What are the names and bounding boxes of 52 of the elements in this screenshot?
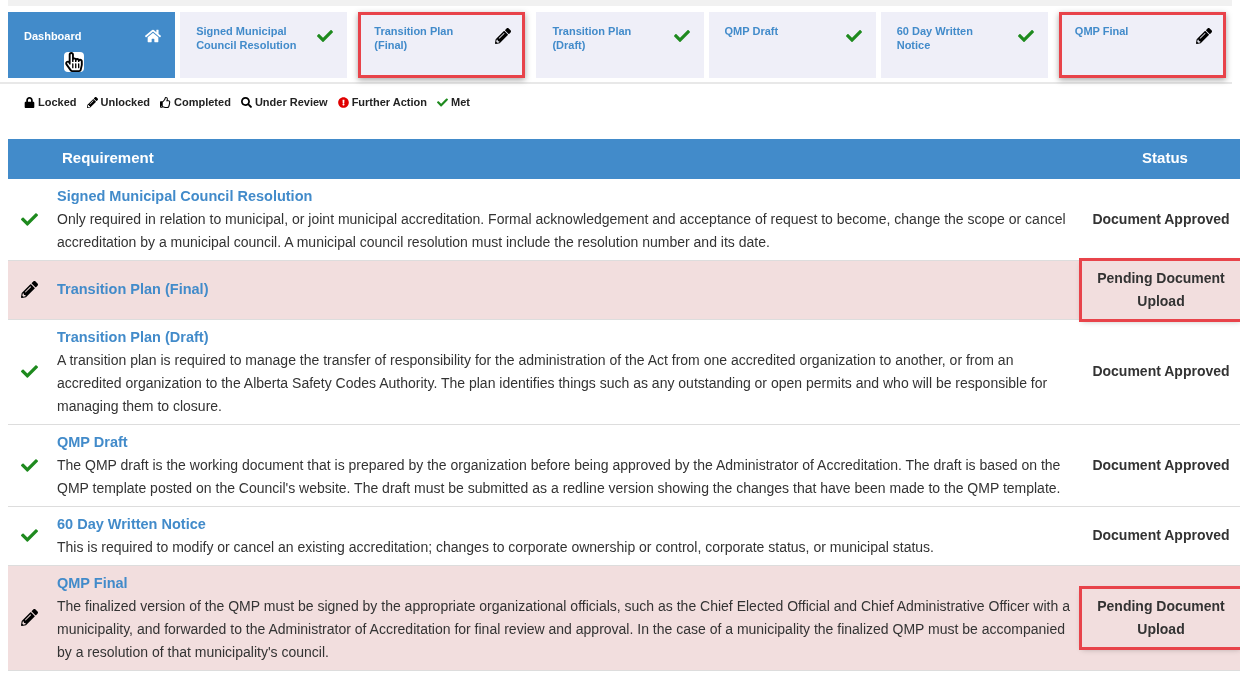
status-text: Document Approved xyxy=(1092,362,1230,381)
legend-label: Met xyxy=(451,95,470,110)
pencil-icon xyxy=(495,28,512,44)
requirement-description: A transition plan is required to manage the transfer of responsibility for the administration of the Act from one accredited organization to another, or from an accredited organization to the Alberta Safety Codes Authority. The plan identifies things such as any outstanding or open permits and who will be responsible for managing them to closure. xyxy=(57,350,1049,416)
check-icon xyxy=(20,527,38,544)
check-icon xyxy=(845,28,862,44)
tab[interactable]: Signed Municipal Council Resolution xyxy=(180,12,348,78)
check-icon xyxy=(20,363,38,380)
tab[interactable]: QMP Draft xyxy=(708,12,876,78)
requirement-link[interactable]: Transition Plan (Draft) xyxy=(57,325,1074,349)
legend-label: Further Action xyxy=(351,95,427,110)
requirement-description: This is required to modify or cancel an existing accreditation; changes to corporate ownership or control, corporate status, or municipal status. xyxy=(57,537,935,557)
check-icon xyxy=(437,96,448,108)
pencil-icon xyxy=(20,609,38,626)
legend-label: Unlocked xyxy=(100,95,151,110)
requirement-link[interactable]: Signed Municipal Council Resolution xyxy=(57,184,1074,208)
check-icon xyxy=(1017,28,1034,44)
pencil-icon xyxy=(20,281,38,298)
check-icon xyxy=(673,28,690,44)
column-header: Requirement xyxy=(61,148,155,169)
legend-label: Under Review xyxy=(254,95,328,110)
search-icon xyxy=(240,96,252,108)
requirement-link[interactable]: 60 Day Written Notice xyxy=(57,512,1074,536)
requirement-link[interactable]: Transition Plan (Final) xyxy=(57,278,1074,301)
tab[interactable]: Transition Plan (Draft) xyxy=(536,12,704,78)
thumbs-up-icon xyxy=(160,96,172,108)
requirement-description: The finalized version of the QMP must be signed by the appropriate organizational officials, such as the Chief Elected Official and Chief Administrative Officer with a municipality, and forwarded to the Administrator of Accreditation for final review and approval. In the case of a municipality the finalized QMP must be accompanied by a resolution of that municipality's council. xyxy=(57,596,1071,662)
tab[interactable]: Dashboard xyxy=(8,12,176,78)
requirement-description: Only required in relation to municipal, or joint municipal accreditation. Formal acknowledgement and acceptance of request to become, change the scope or cancel accreditation by a municipal council. A municipal council resolution must include the resolution number and its date. xyxy=(57,209,1067,252)
status-text: Document Approved xyxy=(1092,526,1230,545)
requirement-link[interactable]: QMP Final xyxy=(57,571,1074,595)
hand-cursor-icon xyxy=(64,52,84,72)
column-header: Status xyxy=(1141,148,1189,169)
status-text: Pending Document Upload xyxy=(1082,260,1240,319)
pencil-icon xyxy=(1196,28,1212,44)
requirement-link[interactable]: QMP Draft xyxy=(57,430,1074,454)
requirement-description: The QMP draft is the working document that is prepared by the organization before being approved by the Administrator of Accreditation. The draft is based on the QMP template posted on the Council's website. The draft must be submitted as a redline version showing the changes that have been made to the QMP template. xyxy=(57,455,1062,498)
home-icon xyxy=(145,28,162,44)
check-icon xyxy=(20,210,38,228)
exclamation-icon xyxy=(337,96,349,108)
pencil-icon xyxy=(86,96,98,108)
status-text: Document Approved xyxy=(1092,209,1230,229)
tab[interactable]: 60 Day Written Notice xyxy=(880,12,1048,78)
tab[interactable]: Transition Plan (Final) xyxy=(358,12,526,78)
legend-label: Completed xyxy=(174,95,231,110)
status-text: Pending Document Upload xyxy=(1082,588,1240,647)
lock-icon xyxy=(24,96,35,108)
check-icon xyxy=(20,456,38,474)
tab[interactable]: QMP Final xyxy=(1058,12,1226,78)
status-text: Document Approved xyxy=(1092,455,1230,475)
check-icon xyxy=(317,28,334,44)
legend-label: Locked xyxy=(38,95,77,110)
